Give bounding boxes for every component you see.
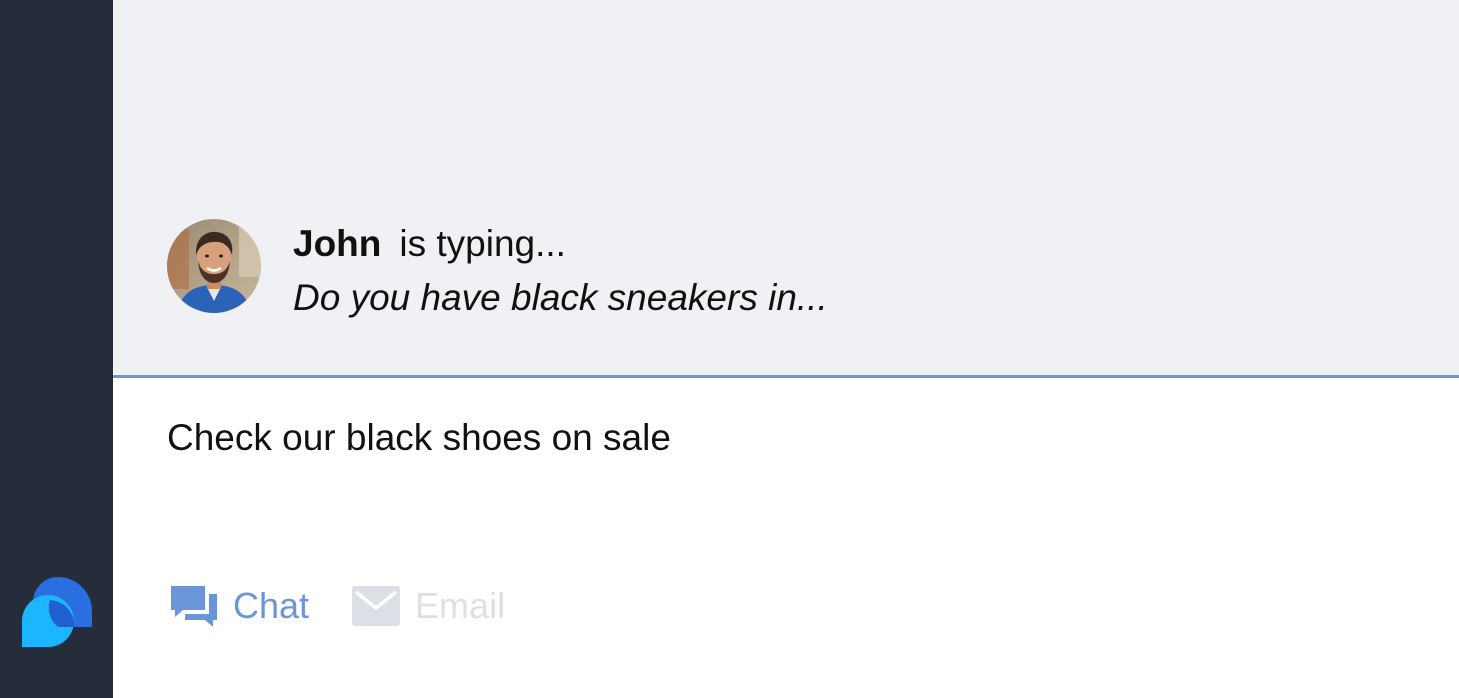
tab-email-label: Email [415,585,506,626]
tab-email[interactable]: Email [351,582,505,630]
chat-bubbles-icon [169,582,219,630]
sidebar [0,0,113,698]
tab-chat[interactable]: Chat [169,582,309,630]
tab-chat-label: Chat [233,585,310,626]
envelope-icon [351,582,401,630]
app-logo-icon[interactable] [20,575,94,649]
visitor-name: John [293,223,382,264]
visitor-typing-line: John is typing... [293,222,566,266]
chat-area: John is typing... Do you have black sneak… [113,0,1459,375]
channel-tabs: Chat Email [169,581,547,631]
app-window: John is typing... Do you have black sneak… [0,0,1459,698]
main-panel: John is typing... Do you have black sneak… [113,0,1459,698]
typing-status: is typing... [399,223,566,264]
visitor-avatar [167,219,261,313]
message-input[interactable]: Check our black shoes on sale [167,416,671,460]
typing-preview: Do you have black sneakers in... [293,277,828,318]
message-composer[interactable]: Check our black shoes on sale Chat Email [113,378,1459,698]
